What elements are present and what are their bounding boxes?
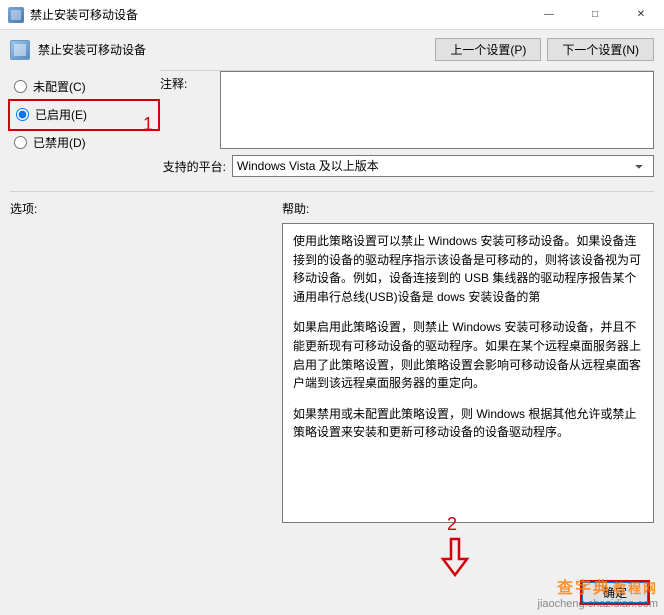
annotation-one: 1 (143, 114, 153, 135)
help-paragraph: 使用此策略设置可以禁止 Windows 安装可移动设备。如果设备连接到的设备的驱… (293, 232, 643, 306)
radio-not-configured[interactable] (14, 80, 27, 93)
minimize-button[interactable]: — (526, 0, 572, 29)
help-label: 帮助: (282, 200, 654, 217)
help-panel: 使用此策略设置可以禁止 Windows 安装可移动设备。如果设备连接到的设备的驱… (282, 223, 654, 523)
next-setting-button[interactable]: 下一个设置(N) (547, 38, 654, 61)
radio-disabled[interactable] (14, 136, 27, 149)
comment-textarea[interactable] (220, 71, 654, 149)
divider (160, 70, 654, 71)
ok-button[interactable]: 确定 (580, 580, 650, 605)
help-paragraph: 如果禁用或未配置此策略设置，则 Windows 根据其他允许或禁止策略设置来安装… (293, 405, 643, 442)
radio-enabled[interactable] (16, 108, 29, 121)
policy-name: 禁止安装可移动设备 (38, 41, 435, 58)
radio-enabled-label[interactable]: 已启用(E) (35, 106, 87, 123)
policy-icon (10, 40, 30, 60)
annotation-two: 2 (447, 514, 457, 535)
radio-disabled-label[interactable]: 已禁用(D) (33, 134, 86, 151)
close-button[interactable]: ✕ (618, 0, 664, 29)
options-label: 选项: (10, 200, 270, 217)
radio-not-configured-label[interactable]: 未配置(C) (33, 78, 86, 95)
window-title: 禁止安装可移动设备 (30, 6, 526, 23)
platform-select[interactable]: Windows Vista 及以上版本 (232, 155, 654, 177)
comment-label: 注释: (160, 71, 220, 149)
arrow-down-icon (440, 537, 470, 577)
help-paragraph: 如果启用此策略设置，则禁止 Windows 安装可移动设备，并且不能更新现有可移… (293, 318, 643, 392)
platform-label: 支持的平台: (160, 158, 232, 175)
previous-setting-button[interactable]: 上一个设置(P) (435, 38, 541, 61)
maximize-button[interactable]: □ (572, 0, 618, 29)
options-panel (10, 223, 270, 523)
divider-2 (10, 191, 654, 192)
app-icon (8, 7, 24, 23)
